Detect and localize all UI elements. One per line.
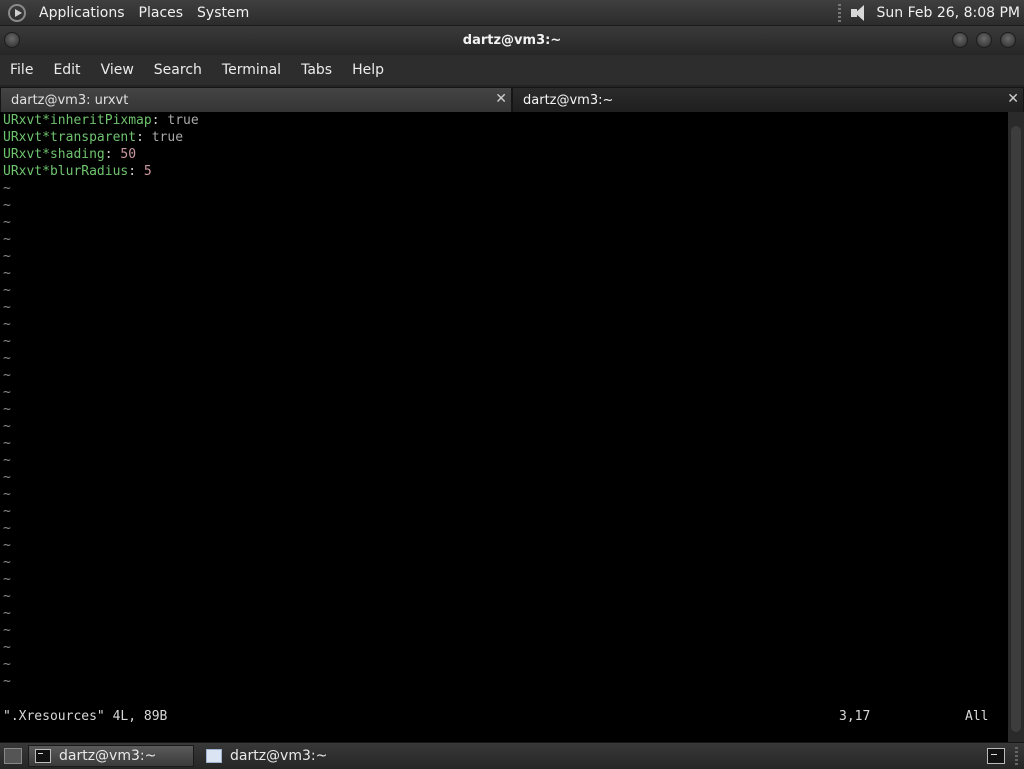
- empty-line-tilde: ~: [3, 640, 11, 655]
- vim-cursor-position: 3,17: [839, 709, 871, 724]
- menu-edit[interactable]: Edit: [43, 62, 90, 78]
- config-line: URxvt*transparent: true: [3, 130, 184, 145]
- taskbar-button-window[interactable]: dartz@vm3:~: [200, 745, 370, 767]
- menu-terminal[interactable]: Terminal: [212, 62, 291, 78]
- show-desktop-icon[interactable]: [4, 748, 22, 764]
- top-panel: Applications Places System Sun Feb 26, 8…: [0, 0, 1024, 26]
- panel-separator: [1015, 747, 1018, 765]
- applications-menu[interactable]: Applications: [32, 5, 132, 21]
- empty-line-tilde: ~: [3, 249, 11, 264]
- clock[interactable]: Sun Feb 26, 8:08 PM: [877, 5, 1024, 21]
- empty-line-tilde: ~: [3, 436, 11, 451]
- panel-separator: [837, 3, 841, 22]
- empty-line-tilde: ~: [3, 674, 11, 689]
- volume-icon[interactable]: [849, 3, 871, 23]
- terminal-area[interactable]: URxvt*inheritPixmap: true URxvt*transpar…: [0, 112, 1008, 742]
- empty-line-tilde: ~: [3, 538, 11, 553]
- empty-line-tilde: ~: [3, 368, 11, 383]
- window-title: dartz@vm3:~: [462, 33, 562, 48]
- tab-label: dartz@vm3:~: [523, 92, 614, 108]
- empty-line-tilde: ~: [3, 623, 11, 638]
- window-icon: [206, 749, 222, 763]
- terminal-icon: [35, 749, 51, 763]
- empty-line-tilde: ~: [3, 385, 11, 400]
- empty-line-tilde: ~: [3, 317, 11, 332]
- terminal-scrollbar[interactable]: [1008, 112, 1024, 742]
- maximize-button[interactable]: [976, 32, 992, 48]
- menu-bar: File Edit View Search Terminal Tabs Help: [0, 55, 1024, 85]
- empty-line-tilde: ~: [3, 470, 11, 485]
- tray-terminal-icon[interactable]: [987, 748, 1005, 764]
- empty-line-tilde: ~: [3, 453, 11, 468]
- empty-line-tilde: ~: [3, 300, 11, 315]
- vim-file-info: ".Xresources" 4L, 89B: [3, 709, 168, 724]
- window-title-bar[interactable]: dartz@vm3:~: [0, 26, 1024, 55]
- empty-line-tilde: ~: [3, 521, 11, 536]
- close-icon[interactable]: ✕: [1007, 92, 1019, 106]
- distro-logo-icon[interactable]: [8, 3, 26, 22]
- empty-line-tilde: ~: [3, 572, 11, 587]
- config-line: URxvt*blurRadius: 5: [3, 164, 152, 179]
- empty-line-tilde: ~: [3, 215, 11, 230]
- tab-home[interactable]: dartz@vm3:~ ✕: [512, 87, 1024, 112]
- window-menu-button[interactable]: [4, 32, 20, 48]
- taskbar-button-terminal[interactable]: dartz@vm3:~: [28, 745, 194, 767]
- menu-view[interactable]: View: [91, 62, 144, 78]
- empty-line-tilde: ~: [3, 419, 11, 434]
- empty-line-tilde: ~: [3, 555, 11, 570]
- bottom-panel: dartz@vm3:~ dartz@vm3:~: [0, 742, 1024, 769]
- empty-line-tilde: ~: [3, 334, 11, 349]
- tab-bar: dartz@vm3: urxvt ✕ dartz@vm3:~ ✕: [0, 85, 1024, 112]
- empty-line-tilde: ~: [3, 198, 11, 213]
- close-window-button[interactable]: [1000, 32, 1016, 48]
- menu-tabs[interactable]: Tabs: [291, 62, 342, 78]
- taskbar-label: dartz@vm3:~: [59, 748, 157, 764]
- empty-line-tilde: ~: [3, 589, 11, 604]
- empty-line-tilde: ~: [3, 283, 11, 298]
- config-line: URxvt*shading: 50: [3, 147, 137, 162]
- menu-help[interactable]: Help: [342, 62, 394, 78]
- empty-line-tilde: ~: [3, 266, 11, 281]
- empty-line-tilde: ~: [3, 606, 11, 621]
- empty-line-tilde: ~: [3, 657, 11, 672]
- taskbar-label: dartz@vm3:~: [230, 748, 328, 764]
- empty-line-tilde: ~: [3, 351, 11, 366]
- menu-file[interactable]: File: [0, 62, 43, 78]
- empty-line-tilde: ~: [3, 504, 11, 519]
- vim-scroll-position: All: [965, 709, 989, 724]
- empty-line-tilde: ~: [3, 487, 11, 502]
- config-line: URxvt*inheritPixmap: true: [3, 113, 199, 128]
- minimize-button[interactable]: [952, 32, 968, 48]
- system-menu[interactable]: System: [190, 5, 256, 21]
- scrollbar-thumb[interactable]: [1011, 126, 1021, 732]
- tab-label: dartz@vm3: urxvt: [11, 92, 129, 108]
- menu-search[interactable]: Search: [144, 62, 212, 78]
- empty-line-tilde: ~: [3, 181, 11, 196]
- tab-urxvt[interactable]: dartz@vm3: urxvt ✕: [0, 87, 512, 112]
- places-menu[interactable]: Places: [132, 5, 191, 21]
- empty-line-tilde: ~: [3, 402, 11, 417]
- close-icon[interactable]: ✕: [495, 92, 507, 106]
- empty-line-tilde: ~: [3, 232, 11, 247]
